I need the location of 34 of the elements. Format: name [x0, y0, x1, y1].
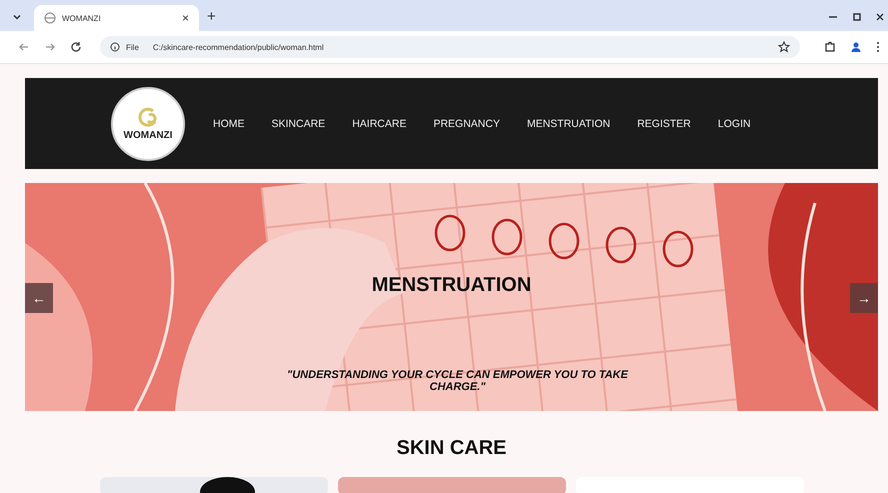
reload-icon[interactable]	[70, 41, 82, 53]
file-label: File	[126, 42, 140, 52]
nav-link[interactable]: SKINCARE	[272, 118, 326, 130]
tab-title: WOMANZI	[62, 14, 102, 22]
section-title: SKIN CARE	[395, 437, 508, 460]
menu-icon[interactable]	[876, 41, 880, 53]
address-bar[interactable]: File C:/skincare-recommendation/public/woman.html	[100, 36, 800, 58]
back-icon[interactable]	[18, 41, 30, 53]
new-tab-button[interactable]: +	[207, 8, 216, 25]
close-window-icon[interactable]	[876, 12, 884, 22]
nav-link[interactable]: PREGNANCY	[433, 118, 500, 130]
nav-link[interactable]: HOME	[213, 118, 244, 130]
globe-icon	[44, 12, 56, 24]
nav-link[interactable]: HAIRCARE	[352, 118, 406, 130]
logo-text: WOMANZI	[124, 130, 172, 141]
logo[interactable]: WOMANZI	[111, 86, 185, 160]
url-text: C:/skincare-recommendation/public/woman.html	[152, 42, 325, 52]
forward-icon[interactable]	[44, 41, 56, 53]
close-tab-button[interactable]: ×	[182, 11, 189, 25]
next-slide-button[interactable]: →	[850, 283, 878, 313]
banner-title: MENSTRUATION	[370, 274, 532, 297]
profile-icon[interactable]	[850, 41, 862, 53]
banner-quote: "UNDERSTANDING YOUR CYCLE CAN EMPOWER YOU TO TAKE CHARGE."	[286, 369, 630, 394]
nav-link[interactable]: REGISTER	[637, 118, 691, 130]
restore-icon[interactable]	[852, 12, 862, 22]
nav-link[interactable]: MENSTRUATION	[526, 118, 610, 130]
extensions-icon[interactable]	[824, 41, 836, 53]
browser-tab[interactable]: WOMANZI ×	[34, 5, 199, 31]
tab-list-caret-icon[interactable]	[12, 12, 22, 22]
info-icon	[110, 42, 120, 52]
star-icon[interactable]	[778, 41, 790, 53]
product-card[interactable]	[100, 477, 328, 493]
nav-link[interactable]: LOGIN	[718, 118, 751, 130]
previous-slide-button[interactable]: ←	[25, 283, 53, 313]
